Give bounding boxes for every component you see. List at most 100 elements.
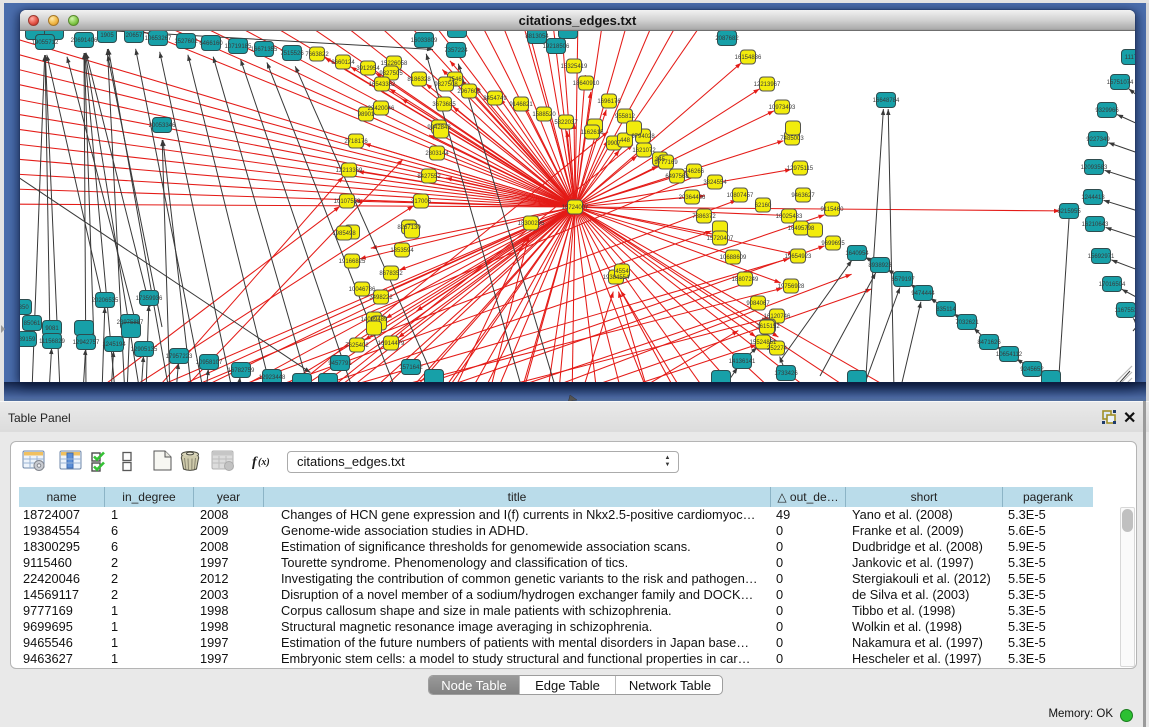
svg-text:10807457: 10807457 xyxy=(727,193,754,199)
svg-text:16154836: 16154836 xyxy=(735,55,762,61)
svg-text:16543382: 16543382 xyxy=(369,82,396,88)
svg-text:8186328: 8186328 xyxy=(407,77,431,83)
svg-text:8678352: 8678352 xyxy=(379,271,403,277)
svg-text:1571642: 1571642 xyxy=(399,365,423,371)
svg-text:10973493: 10973493 xyxy=(769,105,796,111)
svg-text:9146821: 9146821 xyxy=(509,102,533,108)
svg-text:7625402: 7625402 xyxy=(345,343,369,349)
svg-text:20657: 20657 xyxy=(126,33,143,39)
svg-text:7032621: 7032621 xyxy=(955,320,979,326)
svg-text:1640954: 1640954 xyxy=(845,251,869,257)
svg-text:14136141: 14136141 xyxy=(729,359,756,365)
svg-text:10654112: 10654112 xyxy=(996,352,1023,358)
svg-text:4554: 4554 xyxy=(615,269,629,275)
svg-text:19166825: 19166825 xyxy=(339,259,366,265)
svg-text:8454749: 8454749 xyxy=(483,96,507,102)
svg-text:8215955: 8215955 xyxy=(1057,209,1081,215)
svg-text:11156829: 11156829 xyxy=(39,339,65,345)
svg-text:8471626: 8471626 xyxy=(977,340,1001,346)
svg-text:1905: 1905 xyxy=(100,33,114,39)
svg-text:16120746: 16120746 xyxy=(764,314,791,320)
svg-text:19654923: 19654923 xyxy=(785,254,812,260)
svg-text:1985498: 1985498 xyxy=(332,231,356,237)
svg-text:20053346: 20053346 xyxy=(149,123,176,129)
svg-text:9245652: 9245652 xyxy=(1020,367,1044,373)
svg-text:7485003: 7485003 xyxy=(780,136,804,142)
svg-text:3673685: 3673685 xyxy=(432,102,456,108)
svg-text:1588520: 1588520 xyxy=(532,112,556,118)
svg-text:1162615: 1162615 xyxy=(581,130,605,136)
svg-text:16033809: 16033809 xyxy=(411,38,438,44)
svg-text:955812: 955812 xyxy=(615,114,636,120)
svg-text:20206535: 20206535 xyxy=(92,298,119,304)
svg-text:7357224: 7357224 xyxy=(444,48,468,54)
svg-text:1621072: 1621072 xyxy=(632,148,656,154)
svg-text:9329966: 9329966 xyxy=(1095,108,1119,114)
svg-text:9327508: 9327508 xyxy=(434,82,458,88)
svg-text:10025433: 10025433 xyxy=(776,214,803,220)
svg-text:15325419: 15325419 xyxy=(561,64,588,70)
svg-text:16782759: 16782759 xyxy=(228,368,255,374)
svg-text:18300295: 18300295 xyxy=(518,221,545,227)
svg-text:1353594: 1353594 xyxy=(390,248,414,254)
svg-text:19384554: 19384554 xyxy=(603,275,630,281)
svg-text:6466160: 6466160 xyxy=(199,41,223,47)
svg-text:2967608: 2967608 xyxy=(457,89,481,95)
svg-text:85061: 85061 xyxy=(24,321,41,327)
svg-text:12213369: 12213369 xyxy=(336,168,363,174)
svg-text:9227349: 9227349 xyxy=(1086,137,1110,143)
svg-text:9699695: 9699695 xyxy=(821,241,845,247)
svg-text:16648784: 16648784 xyxy=(873,98,900,104)
svg-text:19055712: 19055712 xyxy=(32,40,59,46)
svg-text:1696176: 1696176 xyxy=(597,99,621,105)
svg-text:18724007: 18724007 xyxy=(562,205,589,211)
svg-text:1245194: 1245194 xyxy=(102,342,126,348)
svg-text:6579197: 6579197 xyxy=(891,277,915,283)
svg-text:12093583: 12093583 xyxy=(1081,165,1108,171)
svg-text:10719185: 10719185 xyxy=(225,44,252,50)
svg-text:9463627: 9463627 xyxy=(791,193,815,199)
svg-text:9242843: 9242843 xyxy=(427,125,451,131)
svg-text:9115460: 9115460 xyxy=(821,207,845,213)
svg-text:16671355: 16671355 xyxy=(251,47,278,53)
svg-text:12905135: 12905135 xyxy=(131,347,158,353)
svg-text:6497568: 6497568 xyxy=(665,174,689,180)
svg-text:15720407: 15720407 xyxy=(707,236,734,242)
svg-text:9777169: 9777169 xyxy=(654,160,678,166)
svg-text:10688609: 10688609 xyxy=(720,255,747,261)
svg-text:2718176: 2718176 xyxy=(344,139,368,145)
svg-text:19218506: 19218506 xyxy=(543,44,570,50)
svg-text:12923448: 12923448 xyxy=(259,375,286,381)
svg-text:18807249: 18807249 xyxy=(732,277,759,283)
svg-text:1117: 1117 xyxy=(1125,55,1135,61)
svg-text:7515526: 7515526 xyxy=(280,51,304,57)
svg-text:7386372: 7386372 xyxy=(692,214,716,220)
svg-text:1527602: 1527602 xyxy=(174,39,198,45)
svg-text:20691406: 20691406 xyxy=(71,38,98,44)
svg-text:252274: 252274 xyxy=(767,346,788,352)
svg-text:317006: 317006 xyxy=(411,199,432,205)
svg-text:8660124: 8660124 xyxy=(331,60,355,66)
svg-text:19756928: 19756928 xyxy=(778,284,805,290)
svg-text:9084067: 9084067 xyxy=(746,301,770,307)
svg-text:16495798: 16495798 xyxy=(788,226,815,232)
svg-text:1733426: 1733426 xyxy=(774,371,798,377)
svg-text:15751074: 15751074 xyxy=(1107,80,1134,86)
svg-text:9474444: 9474444 xyxy=(911,291,935,297)
svg-text:10107553: 10107553 xyxy=(334,199,361,205)
svg-text:8427552: 8427552 xyxy=(417,174,441,180)
svg-text:98901: 98901 xyxy=(358,112,375,118)
svg-text:5322037: 5322037 xyxy=(554,120,578,126)
svg-text:1167553: 1167553 xyxy=(1115,308,1135,314)
svg-text:8813054: 8813054 xyxy=(525,34,549,40)
svg-text:8938923: 8938923 xyxy=(868,263,892,269)
svg-text:15226058: 15226058 xyxy=(381,61,408,67)
svg-text:15692971: 15692971 xyxy=(1088,254,1115,260)
svg-text:3824554: 3824554 xyxy=(703,180,727,186)
svg-text:23975887: 23975887 xyxy=(117,320,144,326)
svg-text:2087682: 2087682 xyxy=(715,36,739,42)
svg-text:10958107: 10958107 xyxy=(196,360,223,366)
svg-text:17359936: 17359936 xyxy=(136,296,163,302)
svg-text:835114: 835114 xyxy=(936,307,956,313)
svg-text:7663822: 7663822 xyxy=(305,52,329,58)
